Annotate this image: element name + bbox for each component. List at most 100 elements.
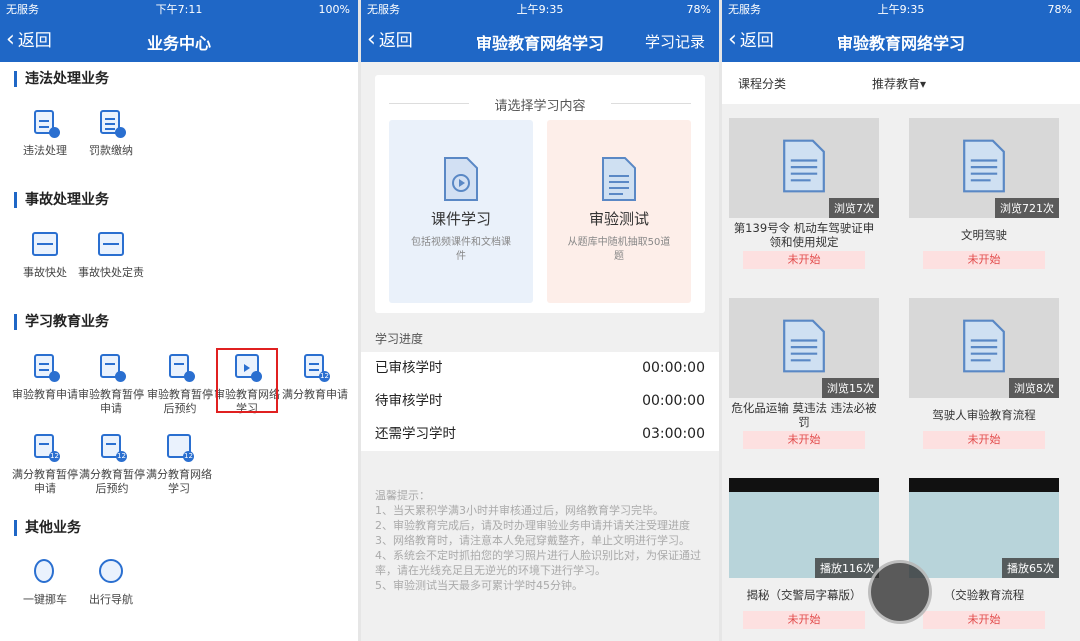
pause-icon	[96, 352, 126, 382]
business-center-screen: 无服务 下午7:11 100% ‹ 返回 业务中心 违法处理业务 违法处理 罚款缴…	[0, 0, 358, 641]
form-icon	[30, 352, 60, 382]
tip-line: 温馨提示：	[375, 489, 430, 502]
status-bar: 无服务 上午9:35 78%	[722, 0, 1080, 20]
views-badge: 浏览7次	[829, 198, 879, 218]
progress-row: 已审核学时 00:00:00	[361, 352, 719, 385]
receipt-icon	[96, 108, 126, 138]
car-icon	[30, 108, 60, 138]
item-full-edu-pause[interactable]: 12 满分教育暂停申请	[12, 432, 78, 496]
document-icon	[963, 139, 1005, 193]
pause-icon: 12	[30, 432, 60, 462]
item-label: 一键挪车	[23, 593, 67, 606]
course-card[interactable]: 浏览8次 驾驶人审验教育流程 未开始	[908, 298, 1060, 449]
views-badge: 播放116次	[815, 558, 879, 578]
test-title: 审验测试	[588, 210, 649, 228]
phone-car-icon	[30, 557, 60, 587]
course-card[interactable]: 播放116次 揭秘（交警局字幕版） 未开始	[728, 478, 880, 629]
highlight-box	[216, 348, 278, 413]
accident-icon	[30, 230, 60, 260]
tip-line: 3、网络教育时，请注意本人免冠穿戴整齐，单止文明进行学习。	[375, 534, 690, 547]
video-file-icon	[444, 157, 478, 201]
views-badge: 浏览721次	[995, 198, 1059, 218]
courseware-option[interactable]: 课件学习 包括视频课件和文档课件	[389, 120, 533, 303]
course-list-screen: 无服务 上午9:35 78% ‹ 返回 审验教育网络学习 课程分类 推荐教育▾ 浏…	[722, 0, 1080, 641]
item-accident-quick[interactable]: 事故快处	[12, 230, 78, 280]
clock-icon: 12	[97, 432, 127, 462]
item-full-edu-apply[interactable]: 12 满分教育申请	[282, 352, 348, 402]
document-icon	[783, 319, 825, 373]
battery-label: 78%	[686, 3, 711, 16]
course-thumbnail: 浏览721次	[909, 118, 1059, 218]
accident-liability-icon	[96, 230, 126, 260]
test-desc: 从题库中随机抽取50道题	[567, 237, 671, 262]
item-edu-apply[interactable]: 审验教育申请	[12, 352, 78, 402]
item-full-edu-pause-booking[interactable]: 12 满分教育暂停后预约	[76, 432, 148, 496]
status-badge: 未开始	[743, 431, 865, 449]
status-badge: 未开始	[743, 251, 865, 269]
item-label: 审验教育暂停申请	[78, 388, 144, 415]
item-edu-pause-booking[interactable]: 审验教育暂停后预约	[144, 352, 216, 416]
document-icon	[783, 139, 825, 193]
row-label: 待审核学时	[375, 393, 443, 409]
item-label: 审验教育暂停后预约	[147, 388, 213, 415]
item-label: 违法处理	[23, 144, 67, 157]
page-title: 审验教育网络学习	[836, 34, 965, 53]
course-card[interactable]: 浏览7次第139号令 机动车驾驶证申领和使用规定未开始	[728, 118, 880, 269]
item-label: 满分教育暂停申请	[12, 468, 78, 495]
item-edu-pause[interactable]: 审验教育暂停申请	[78, 352, 144, 416]
floating-assistive-button[interactable]	[868, 560, 932, 624]
tip-line: 2、审验教育完成后，请及时办理审验业务申请并请关注受理进度	[375, 519, 690, 532]
section-title-education: 学习教育业务	[14, 314, 109, 330]
item-full-edu-online[interactable]: 12 满分教育网络学习	[146, 432, 212, 496]
course-title: 第139号令 机动车驾驶证申领和使用规定	[733, 221, 875, 249]
course-thumbnail: 浏览7次	[729, 118, 879, 218]
item-accident-liability[interactable]: 事故快处定责	[78, 230, 144, 280]
item-label: 审验教育申请	[12, 388, 78, 401]
clock: 上午9:35	[877, 3, 925, 16]
views-badge: 浏览8次	[1009, 378, 1059, 398]
page-title: 业务中心	[146, 34, 211, 53]
item-fine-payment[interactable]: 罚款缴纳	[78, 108, 144, 158]
item-move-car[interactable]: 一键挪车	[12, 557, 78, 607]
course-title: 危化品运输 莫违法 违法必被罚	[731, 401, 877, 429]
choose-content-card: 请选择学习内容 课件学习 包括视频课件和文档课件 审验测试 从题库中随机抽取50…	[375, 75, 705, 313]
filter-bar: 课程分类 推荐教育▾	[722, 62, 1080, 104]
steering-wheel-icon	[96, 557, 126, 587]
course-thumbnail: 浏览8次	[909, 298, 1059, 398]
clock-icon	[165, 352, 195, 382]
tip-line: 1、当天累积学满3小时并审核通过后，网络教育学习完毕。	[375, 504, 664, 517]
clock: 下午7:11	[155, 3, 203, 16]
row-label: 还需学习学时	[375, 426, 456, 442]
item-violation-processing[interactable]: 违法处理	[12, 108, 78, 158]
course-card[interactable]: 浏览15次危化品运输 莫违法 违法必被罚未开始	[728, 298, 880, 449]
course-thumbnail: 浏览15次	[729, 298, 879, 398]
course-title: 文明驾驶	[961, 228, 1007, 242]
clock: 上午9:35	[516, 3, 564, 16]
row-label: 已审核学时	[375, 360, 443, 376]
nav-bar: ‹ 返回 审验教育网络学习 学习记录	[361, 20, 719, 62]
video-icon: 12	[164, 432, 194, 462]
course-card[interactable]: 播放65次 （交验教育流程 未开始	[908, 478, 1060, 629]
recommend-dropdown[interactable]: 推荐教育▾	[872, 75, 926, 92]
section-title-violation: 违法处理业务	[14, 71, 109, 87]
row-value: 00:00:00	[642, 393, 705, 409]
status-bar: 无服务 上午9:35 78%	[361, 0, 719, 20]
progress-row: 待审核学时 00:00:00	[361, 385, 719, 418]
item-label: 满分教育申请	[282, 388, 348, 401]
choose-content-title: 请选择学习内容	[389, 95, 691, 114]
battery-label: 78%	[1047, 3, 1072, 16]
online-learning-screen: 无服务 上午9:35 78% ‹ 返回 审验教育网络学习 学习记录 请选择学习内容…	[361, 0, 719, 641]
item-label: 事故快处	[23, 266, 67, 279]
test-option[interactable]: 审验测试 从题库中随机抽取50道题	[547, 120, 691, 303]
tips-block: 温馨提示： 1、当天累积学满3小时并审核通过后，网络教育学习完毕。 2、审验教育…	[375, 488, 705, 593]
category-filter[interactable]: 课程分类	[738, 75, 786, 92]
views-badge: 播放65次	[1002, 558, 1059, 578]
item-navigation[interactable]: 出行导航	[78, 557, 144, 607]
course-title: 揭秘（交警局字幕版）	[746, 588, 862, 602]
courseware-title: 课件学习	[430, 210, 491, 228]
section-title-accident: 事故处理业务	[14, 192, 109, 208]
study-record-button[interactable]: 学习记录	[645, 31, 705, 52]
item-label: 出行导航	[89, 593, 133, 606]
course-card[interactable]: 浏览721次 文明驾驶 未开始	[908, 118, 1060, 269]
progress-list: 已审核学时 00:00:00 待审核学时 00:00:00 还需学习学时 03:00:…	[361, 352, 719, 451]
